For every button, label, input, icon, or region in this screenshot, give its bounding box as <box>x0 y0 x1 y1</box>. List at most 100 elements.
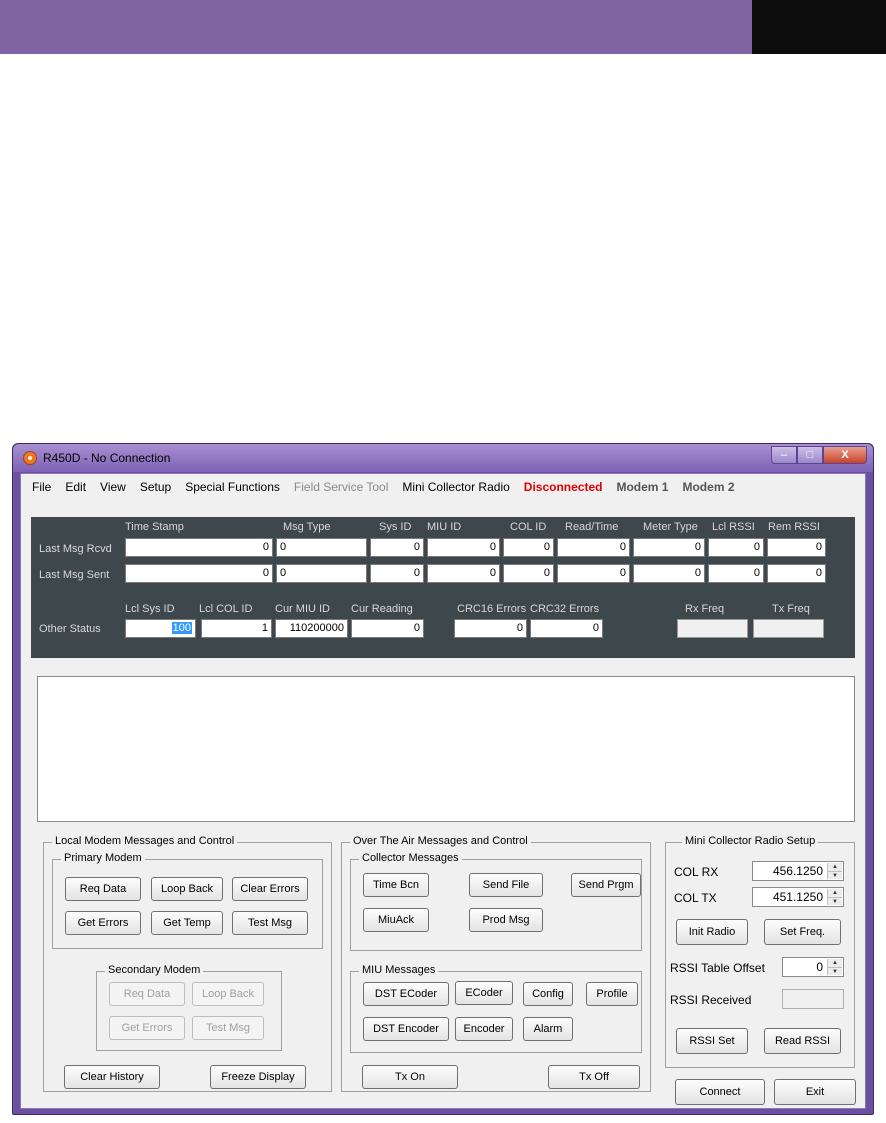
col-tx-value: 451.1250 <box>772 890 823 904</box>
primary-modem-title: Primary Modem <box>61 852 145 864</box>
profile-button[interactable]: Profile <box>586 982 638 1006</box>
menu-file[interactable]: File <box>25 480 58 494</box>
sent-rem-rssi: 0 <box>767 564 826 583</box>
col-tx-spin-arrows[interactable]: ▲ ▼ <box>827 889 842 905</box>
spin-up-icon[interactable]: ▲ <box>828 889 842 897</box>
send-file-button[interactable]: Send File <box>469 873 543 897</box>
header-crc16-errors: CRC16 Errors <box>457 603 527 615</box>
menu-bar: File Edit View Setup Special Functions F… <box>21 474 865 500</box>
minimize-button[interactable]: – <box>771 446 797 464</box>
message-history-box[interactable] <box>37 676 855 822</box>
radio-setup-group: Mini Collector Radio Setup COL RX 456.12… <box>665 835 855 1068</box>
menu-setup[interactable]: Setup <box>133 480 178 494</box>
rcvd-meter-type: 0 <box>633 538 705 557</box>
spin-down-icon[interactable]: ▼ <box>828 897 842 905</box>
primary-test-msg-button[interactable]: Test Msg <box>232 911 308 935</box>
connect-button[interactable]: Connect <box>675 1079 765 1105</box>
lcl-col-id-field[interactable]: 1 <box>201 619 272 638</box>
dst-encoder-button[interactable]: DST Encoder <box>363 1017 449 1041</box>
dst-ecoder-button[interactable]: DST ECoder <box>363 982 449 1006</box>
lcl-sys-id-value: 100 <box>171 622 192 634</box>
header-tx-freq: Tx Freq <box>772 603 810 615</box>
header-meter-type: Meter Type <box>643 521 698 533</box>
rssi-set-button[interactable]: RSSI Set <box>676 1028 748 1054</box>
rcvd-miu-id: 0 <box>427 538 500 557</box>
app-window: R450D - No Connection – □ X File Edit Vi… <box>12 443 874 1115</box>
spin-up-icon[interactable]: ▲ <box>828 959 842 967</box>
menu-edit[interactable]: Edit <box>58 480 93 494</box>
col-tx-spinner[interactable]: 451.1250 ▲ ▼ <box>752 887 844 907</box>
primary-loop-back-button[interactable]: Loop Back <box>151 877 223 901</box>
ota-group: Over The Air Messages and Control Collec… <box>341 835 651 1092</box>
collector-messages-title: Collector Messages <box>359 852 462 864</box>
close-button[interactable]: X <box>823 446 867 464</box>
secondary-req-data-button[interactable]: Req Data <box>109 982 185 1006</box>
header-lcl-sys-id: Lcl Sys ID <box>125 603 175 615</box>
header-rx-freq: Rx Freq <box>685 603 725 615</box>
menu-special-functions[interactable]: Special Functions <box>178 480 287 494</box>
radio-setup-title: Mini Collector Radio Setup <box>682 835 819 847</box>
title-bar[interactable]: R450D - No Connection – □ X <box>13 444 873 472</box>
menu-modem-2[interactable]: Modem 2 <box>675 480 741 494</box>
rssi-table-offset-label: RSSI Table Offset <box>670 961 765 975</box>
send-prgm-button[interactable]: Send Prgm <box>571 873 641 897</box>
spin-down-icon[interactable]: ▼ <box>828 967 842 975</box>
init-radio-button[interactable]: Init Radio <box>676 919 748 945</box>
miu-ack-button[interactable]: MiuAck <box>363 908 429 932</box>
rssi-offset-spin-arrows[interactable]: ▲ ▼ <box>827 959 842 975</box>
primary-clear-errors-button[interactable]: Clear Errors <box>232 877 308 901</box>
rcvd-col-id: 0 <box>503 538 554 557</box>
primary-get-errors-button[interactable]: Get Errors <box>65 911 141 935</box>
ecoder-button[interactable]: ECoder <box>455 981 513 1005</box>
menu-field-service-tool[interactable]: Field Service Tool <box>287 480 396 494</box>
cur-miu-id-field[interactable]: 110200000 <box>275 619 348 638</box>
menu-modem-1[interactable]: Modem 1 <box>609 480 675 494</box>
exit-button[interactable]: Exit <box>774 1079 856 1105</box>
rcvd-time-stamp: 0 <box>125 538 273 557</box>
sent-read-time: 0 <box>557 564 630 583</box>
read-rssi-button[interactable]: Read RSSI <box>764 1028 841 1054</box>
spin-down-icon[interactable]: ▼ <box>828 871 842 879</box>
menu-mini-collector-radio[interactable]: Mini Collector Radio <box>395 480 516 494</box>
col-rx-value: 456.1250 <box>772 864 823 878</box>
primary-modem-group: Primary Modem Req Data Loop Back Clear E… <box>52 852 323 949</box>
header-time-stamp: Time Stamp <box>125 521 184 533</box>
crc32-errors-field: 0 <box>530 619 603 638</box>
rssi-offset-value: 0 <box>816 960 823 974</box>
tx-on-button[interactable]: Tx On <box>362 1065 458 1089</box>
col-rx-spin-arrows[interactable]: ▲ ▼ <box>827 863 842 879</box>
freeze-display-button[interactable]: Freeze Display <box>210 1065 306 1089</box>
header-lcl-col-id: Lcl COL ID <box>199 603 253 615</box>
set-freq-button[interactable]: Set Freq. <box>764 919 841 945</box>
tx-off-button[interactable]: Tx Off <box>548 1065 640 1089</box>
collector-messages-group: Collector Messages Time Bcn Send File Se… <box>350 852 642 951</box>
secondary-modem-group: Secondary Modem Req Data Loop Back Get E… <box>96 964 282 1051</box>
document-header-bar <box>0 0 752 54</box>
primary-req-data-button[interactable]: Req Data <box>65 877 141 901</box>
prod-msg-button[interactable]: Prod Msg <box>469 908 543 932</box>
time-bcn-button[interactable]: Time Bcn <box>363 873 429 897</box>
spin-up-icon[interactable]: ▲ <box>828 863 842 871</box>
maximize-button[interactable]: □ <box>797 446 823 464</box>
col-rx-spinner[interactable]: 456.1250 ▲ ▼ <box>752 861 844 881</box>
ota-group-title: Over The Air Messages and Control <box>350 835 531 847</box>
miu-messages-title: MIU Messages <box>359 964 439 976</box>
secondary-loop-back-button[interactable]: Loop Back <box>192 982 264 1006</box>
secondary-test-msg-button[interactable]: Test Msg <box>192 1016 264 1040</box>
miu-messages-group: MIU Messages DST ECoder ECoder Config Pr… <box>350 964 642 1053</box>
col-rx-label: COL RX <box>674 865 719 879</box>
menu-view[interactable]: View <box>93 480 133 494</box>
primary-get-temp-button[interactable]: Get Temp <box>151 911 223 935</box>
local-modem-group: Local Modem Messages and Control Primary… <box>43 835 332 1092</box>
secondary-get-errors-button[interactable]: Get Errors <box>109 1016 185 1040</box>
header-msg-type: Msg Type <box>283 521 331 533</box>
encoder-button[interactable]: Encoder <box>455 1017 513 1041</box>
clear-history-button[interactable]: Clear History <box>64 1065 160 1089</box>
rssi-offset-spinner[interactable]: 0 ▲ ▼ <box>782 957 844 977</box>
lcl-sys-id-field[interactable]: 100 <box>125 619 196 638</box>
sent-lcl-rssi: 0 <box>708 564 764 583</box>
secondary-modem-title: Secondary Modem <box>105 964 204 976</box>
alarm-button[interactable]: Alarm <box>523 1017 573 1041</box>
sent-sys-id: 0 <box>370 564 424 583</box>
config-button[interactable]: Config <box>523 982 573 1006</box>
